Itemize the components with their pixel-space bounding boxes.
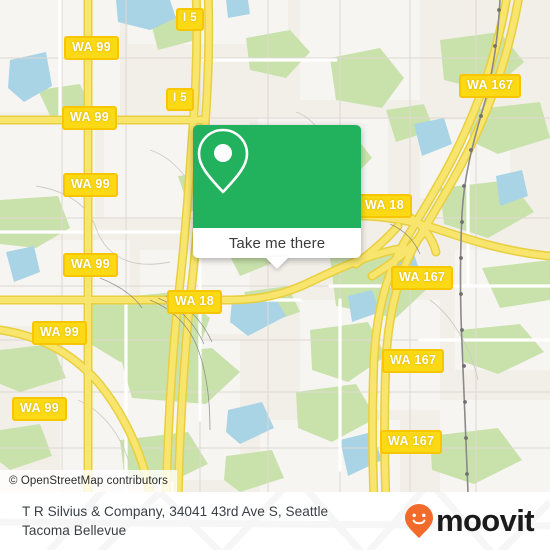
map-attribution-label: © OpenStreetMap contributors [9, 475, 168, 487]
shield-wa167: WA 167 [391, 266, 454, 290]
place-address-line1: T R Silvius & Company, 34041 43rd Ave S,… [22, 504, 329, 519]
shield-i5: I 5 [166, 88, 194, 111]
shield-wa99: WA 99 [63, 253, 119, 277]
shield-wa99: WA 99 [64, 36, 120, 60]
map-pin-icon [197, 128, 249, 194]
shield-wa18: WA 18 [357, 194, 413, 218]
moovit-wordmark: moovit [435, 503, 535, 538]
place-address: T R Silvius & Company, 34041 43rd Ave S,… [22, 502, 394, 540]
popup-card-header [193, 125, 361, 228]
place-address-line2: Tacoma Bellevue [22, 523, 127, 538]
shield-wa99: WA 99 [32, 321, 88, 345]
take-me-there-button[interactable]: Take me there [193, 228, 361, 258]
map-canvas[interactable]: I 5 WA 99 I 5 WA 99 WA 167 WA 99 WA 18 W… [0, 0, 550, 492]
shield-i5: I 5 [176, 8, 204, 31]
location-popup-card[interactable]: Take me there [193, 125, 361, 269]
moovit-map-page: I 5 WA 99 I 5 WA 99 WA 167 WA 99 WA 18 W… [0, 0, 550, 550]
shield-wa99: WA 99 [62, 106, 118, 130]
shield-wa167: WA 167 [459, 74, 522, 98]
map-attribution[interactable]: © OpenStreetMap contributors [0, 470, 177, 492]
popup-card-tail [265, 257, 289, 269]
moovit-brand[interactable]: moovit [404, 503, 535, 539]
shield-wa167: WA 167 [380, 430, 443, 454]
shield-wa18: WA 18 [167, 290, 223, 314]
shield-wa99: WA 99 [12, 397, 68, 421]
shield-wa167: WA 167 [382, 349, 445, 373]
shield-wa99: WA 99 [63, 173, 119, 197]
page-footer: T R Silvius & Company, 34041 43rd Ave S,… [0, 492, 550, 550]
moovit-smiley-pin-icon [404, 504, 433, 538]
take-me-there-label: Take me there [228, 234, 326, 252]
